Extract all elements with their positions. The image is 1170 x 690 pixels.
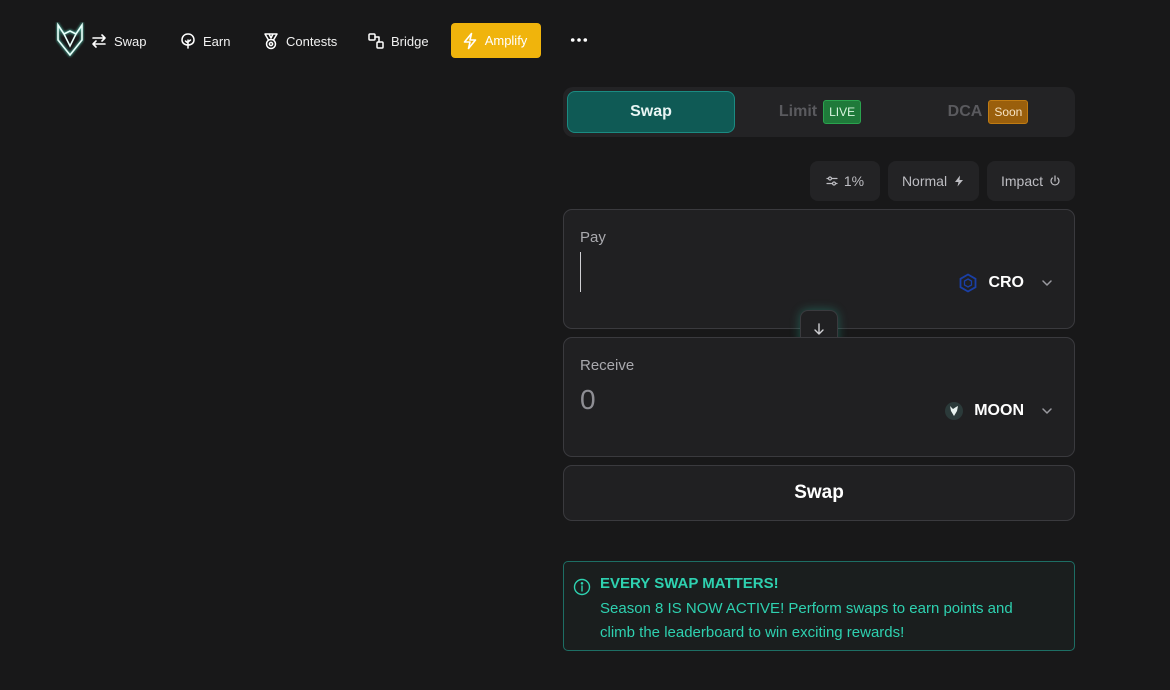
notice-title: EVERY SWAP MATTERS! xyxy=(600,575,779,592)
nav-earn[interactable]: Earn xyxy=(179,24,230,58)
tab-swap[interactable]: Swap xyxy=(567,91,735,133)
swap-arrows-icon xyxy=(92,34,106,48)
tab-dca[interactable]: DCA Soon xyxy=(905,91,1071,133)
nav-contests-label: Contests xyxy=(286,33,338,49)
wolf-logo-icon[interactable] xyxy=(55,21,85,58)
soon-badge: Soon xyxy=(988,100,1029,124)
swap-settings: 1% Normal Impact xyxy=(563,161,1075,201)
season-notice: EVERY SWAP MATTERS! Season 8 IS NOW ACTI… xyxy=(563,561,1075,651)
tab-limit-label: Limit xyxy=(778,103,818,120)
live-badge: LIVE xyxy=(823,100,862,124)
pay-label: Pay xyxy=(580,229,606,246)
nav-bridge[interactable]: Bridge xyxy=(367,24,429,58)
info-icon xyxy=(573,578,591,596)
tab-limit[interactable]: Limit LIVE xyxy=(735,91,905,133)
receive-label: Receive xyxy=(580,357,635,374)
nav-earn-label: Earn xyxy=(203,33,231,49)
nav-swap[interactable]: Swap xyxy=(90,24,147,58)
top-nav: Swap Earn Contests Bridge Amplify xyxy=(0,0,1170,82)
pay-amount-input[interactable] xyxy=(580,252,581,292)
impact-label: Impact xyxy=(1000,173,1043,189)
chevron-down-icon xyxy=(1042,408,1052,414)
arrow-down-icon xyxy=(814,323,824,335)
nav-bridge-label: Bridge xyxy=(391,33,429,49)
trade-mode-tabs: Swap Limit LIVE DCA Soon xyxy=(563,87,1075,137)
power-icon xyxy=(1050,175,1060,186)
receive-box: Receive 0 MOON xyxy=(563,337,1075,457)
speed-label: Normal xyxy=(901,173,948,189)
receive-amount[interactable]: 0 xyxy=(580,384,596,416)
lightning-icon xyxy=(463,32,476,49)
notice-body: Season 8 IS NOW ACTIVE! Perform swaps to… xyxy=(600,600,1013,641)
impact-button[interactable]: Impact xyxy=(987,161,1075,201)
pay-token-selector[interactable]: CRO xyxy=(958,273,1054,293)
more-dots-icon[interactable] xyxy=(566,26,592,54)
tree-icon xyxy=(181,33,195,49)
receive-token-symbol: MOON xyxy=(974,402,1024,419)
nav-swap-label: Swap xyxy=(114,33,147,49)
chevron-down-icon xyxy=(1042,280,1052,286)
sliders-icon xyxy=(826,176,838,186)
swap-submit-button[interactable]: Swap xyxy=(563,465,1075,521)
pay-token-symbol: CRO xyxy=(988,274,1024,291)
nav-contests[interactable]: Contests xyxy=(262,24,337,58)
tab-swap-label: Swap xyxy=(630,103,672,120)
moon-token-icon xyxy=(944,401,964,421)
nav-amplify-button[interactable]: Amplify xyxy=(451,23,541,58)
receive-token-selector[interactable]: MOON xyxy=(944,401,1054,421)
slippage-button[interactable]: 1% xyxy=(810,161,880,201)
medal-icon xyxy=(264,33,278,50)
bolt-icon xyxy=(955,175,964,187)
speed-button[interactable]: Normal xyxy=(888,161,979,201)
nav-amplify-label: Amplify xyxy=(484,33,528,48)
slippage-value: 1% xyxy=(843,173,865,189)
bridge-icon xyxy=(368,33,384,49)
tab-dca-label: DCA xyxy=(947,103,983,120)
cro-token-icon xyxy=(958,273,978,293)
swap-submit-label: Swap xyxy=(794,482,844,503)
